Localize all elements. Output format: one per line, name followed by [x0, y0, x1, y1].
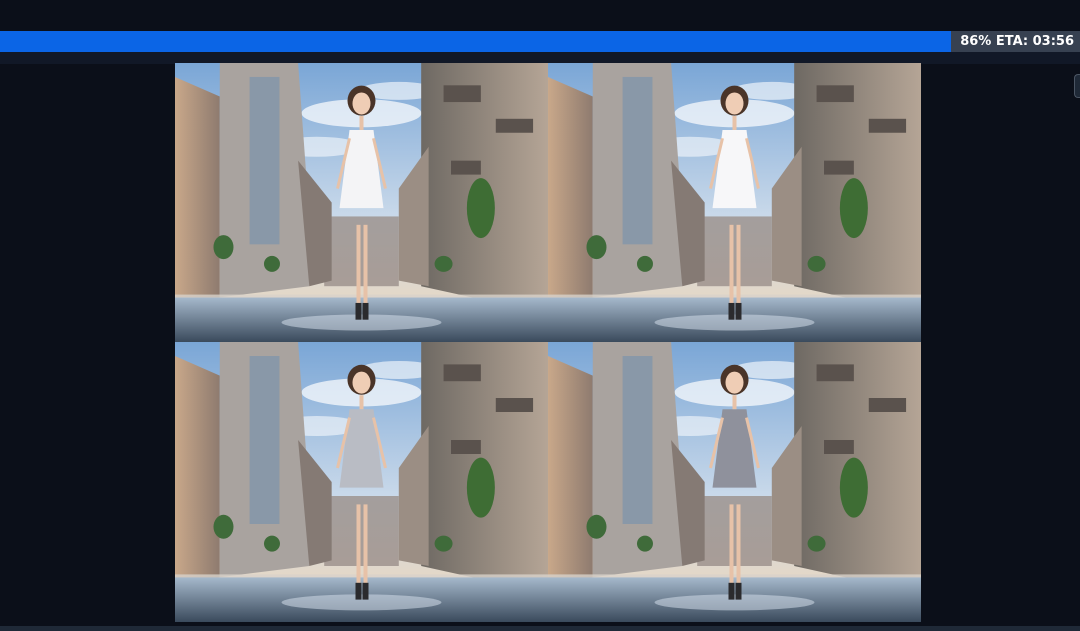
progress-fill — [0, 31, 951, 52]
street-scene — [175, 342, 548, 622]
top-strip — [0, 0, 1080, 23]
street-scene — [548, 342, 921, 622]
app-window: 86% ETA: 03:56 — [0, 0, 1080, 631]
street-scene — [548, 63, 921, 342]
street-scene — [175, 63, 548, 342]
progress-label: 86% ETA: 03:56 — [960, 34, 1074, 49]
image-gallery — [175, 63, 921, 622]
bottom-border — [0, 626, 1080, 631]
gallery-image-4[interactable] — [548, 342, 921, 622]
gallery-image-3[interactable] — [175, 342, 548, 622]
progress-bar: 86% ETA: 03:56 — [0, 31, 1080, 52]
gallery-image-2[interactable] — [548, 63, 921, 342]
gallery-image-1[interactable] — [175, 63, 548, 342]
side-panel-handle[interactable] — [1074, 74, 1080, 98]
